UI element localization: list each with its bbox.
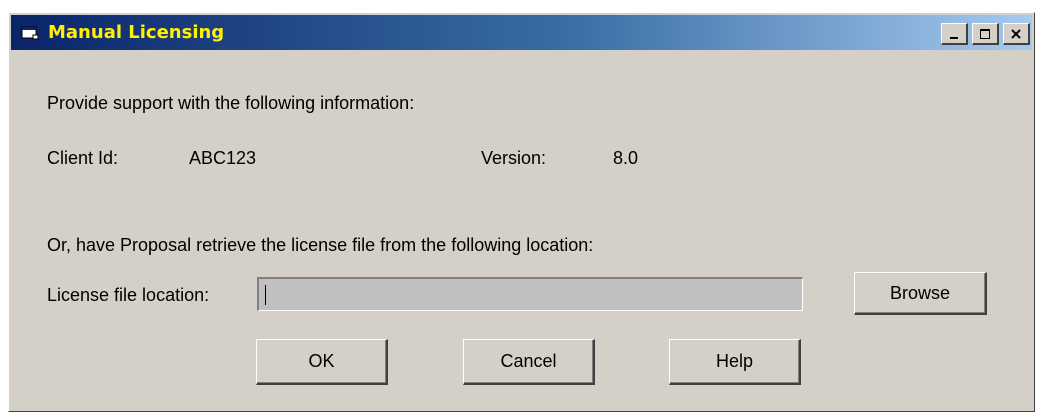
license-location-input[interactable] <box>257 277 803 311</box>
client-id-value: ABC123 <box>189 148 257 168</box>
title-bar[interactable]: Manual Licensing <box>11 15 1032 50</box>
version-label: Version: <box>481 148 547 168</box>
ok-button[interactable]: OK <box>256 339 388 385</box>
browse-button[interactable]: Browse <box>854 272 987 315</box>
app-icon <box>21 26 39 40</box>
instruction-text: Provide support with the following infor… <box>47 93 415 113</box>
minimize-icon <box>950 36 958 39</box>
cancel-button[interactable]: Cancel <box>463 339 595 385</box>
close-icon <box>1011 28 1021 39</box>
help-button[interactable]: Help <box>669 339 801 385</box>
license-location-label: License file location: <box>47 285 210 305</box>
maximize-button[interactable] <box>972 23 999 45</box>
retrieve-text: Or, have Proposal retrieve the license f… <box>47 235 594 255</box>
close-button[interactable] <box>1003 23 1030 45</box>
window-title: Manual Licensing <box>48 22 225 43</box>
client-id-label: Client Id: <box>47 148 119 168</box>
minimize-button[interactable] <box>941 23 968 45</box>
manual-licensing-dialog: Manual Licensing Provide support with th… <box>8 12 1035 412</box>
version-value: 8.0 <box>613 148 639 168</box>
maximize-icon <box>980 28 990 39</box>
text-caret <box>265 285 266 305</box>
